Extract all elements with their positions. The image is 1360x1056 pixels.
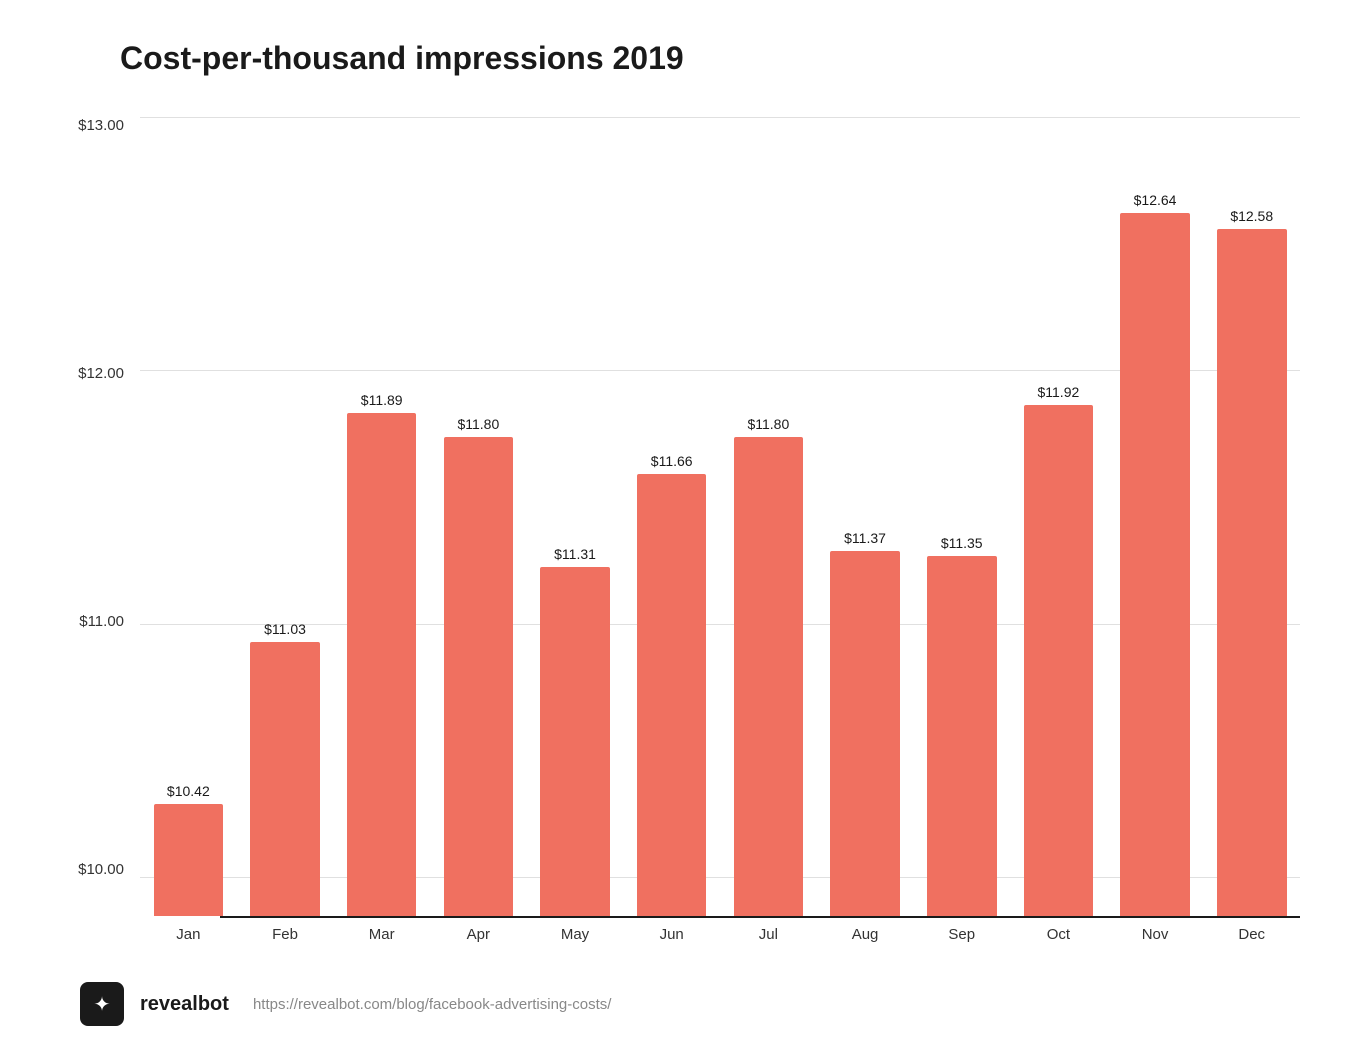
footer-url: https://revealbot.com/blog/facebook-adve… [253,996,612,1013]
bar [1217,229,1287,916]
bar-group: $12.58 [1203,117,1300,916]
bar-group: $11.03 [237,117,334,916]
x-axis-label: Jun [623,926,720,943]
bar-value-label: $11.92 [1037,384,1079,400]
bar-group: $11.31 [527,117,624,916]
bar [1120,213,1190,916]
bar-group: $10.42 [140,117,237,916]
logo-icon: ✦ [94,992,111,1017]
bar-value-label: $11.35 [941,535,983,551]
brand-name: revealbot [140,993,229,1016]
x-axis-label: Jan [140,926,237,943]
x-axis-label: Jul [720,926,817,943]
bar-group: $11.80 [720,117,817,916]
bar [250,642,320,916]
bar [347,413,417,916]
bar [444,437,514,916]
logo-box: ✦ [80,982,124,1026]
bar-group: $11.92 [1010,117,1107,916]
bar-group: $11.66 [623,117,720,916]
bar-group: $11.89 [333,117,430,916]
bar-value-label: $11.66 [651,453,693,469]
y-axis-label: $13.00 [78,117,124,134]
x-axis-label: Dec [1203,926,1300,943]
bar [734,437,804,916]
bar-value-label: $11.80 [457,416,499,432]
bar-group: $12.64 [1107,117,1204,916]
bar-group: $11.35 [913,117,1010,916]
bar [154,804,224,916]
x-axis-label: Sep [913,926,1010,943]
x-axis-label: Nov [1107,926,1204,943]
y-axis: $13.00 $12.00 $11.00 $10.00 [60,117,140,918]
bar-value-label: $12.64 [1134,192,1177,208]
chart-container: $13.00 $12.00 $11.00 $10.00 $10.42 $11.03 $11… [60,117,1300,958]
bar [637,474,707,916]
bar-group: $11.80 [430,117,527,916]
bar [540,567,610,916]
y-axis-label: $12.00 [78,365,124,382]
bar-group: $11.37 [817,117,914,916]
bar-value-label: $11.80 [747,416,789,432]
x-axis-line [220,916,1300,918]
y-axis-label: $11.00 [79,613,124,630]
y-axis-label: $10.00 [78,861,124,878]
x-axis-label: May [527,926,624,943]
x-axis-label: Mar [333,926,430,943]
bar-value-label: $11.03 [264,621,306,637]
bar-value-label: $12.58 [1230,208,1273,224]
footer: ✦ revealbot https://revealbot.com/blog/f… [80,982,611,1026]
bar-value-label: $11.89 [361,392,403,408]
x-axis-label: Feb [237,926,334,943]
bar-value-label: $11.31 [554,546,596,562]
bar [927,556,997,916]
x-axis-label: Oct [1010,926,1107,943]
chart-title: Cost-per-thousand impressions 2019 [120,40,684,77]
bars-row: $10.42 $11.03 $11.89 $11.80 $11.31 $11.66 $11.… [140,117,1300,916]
bar [830,551,900,916]
x-axis-label: Apr [430,926,527,943]
bar [1024,405,1094,916]
chart-area: $13.00 $12.00 $11.00 $10.00 $10.42 $11.03 $11… [60,117,1300,918]
bars-and-grid: $10.42 $11.03 $11.89 $11.80 $11.31 $11.66 $11.… [140,117,1300,918]
x-axis-label: Aug [817,926,914,943]
bar-value-label: $10.42 [167,783,210,799]
bar-value-label: $11.37 [844,530,886,546]
x-axis: JanFebMarAprMayJunJulAugSepOctNovDec [60,918,1300,958]
